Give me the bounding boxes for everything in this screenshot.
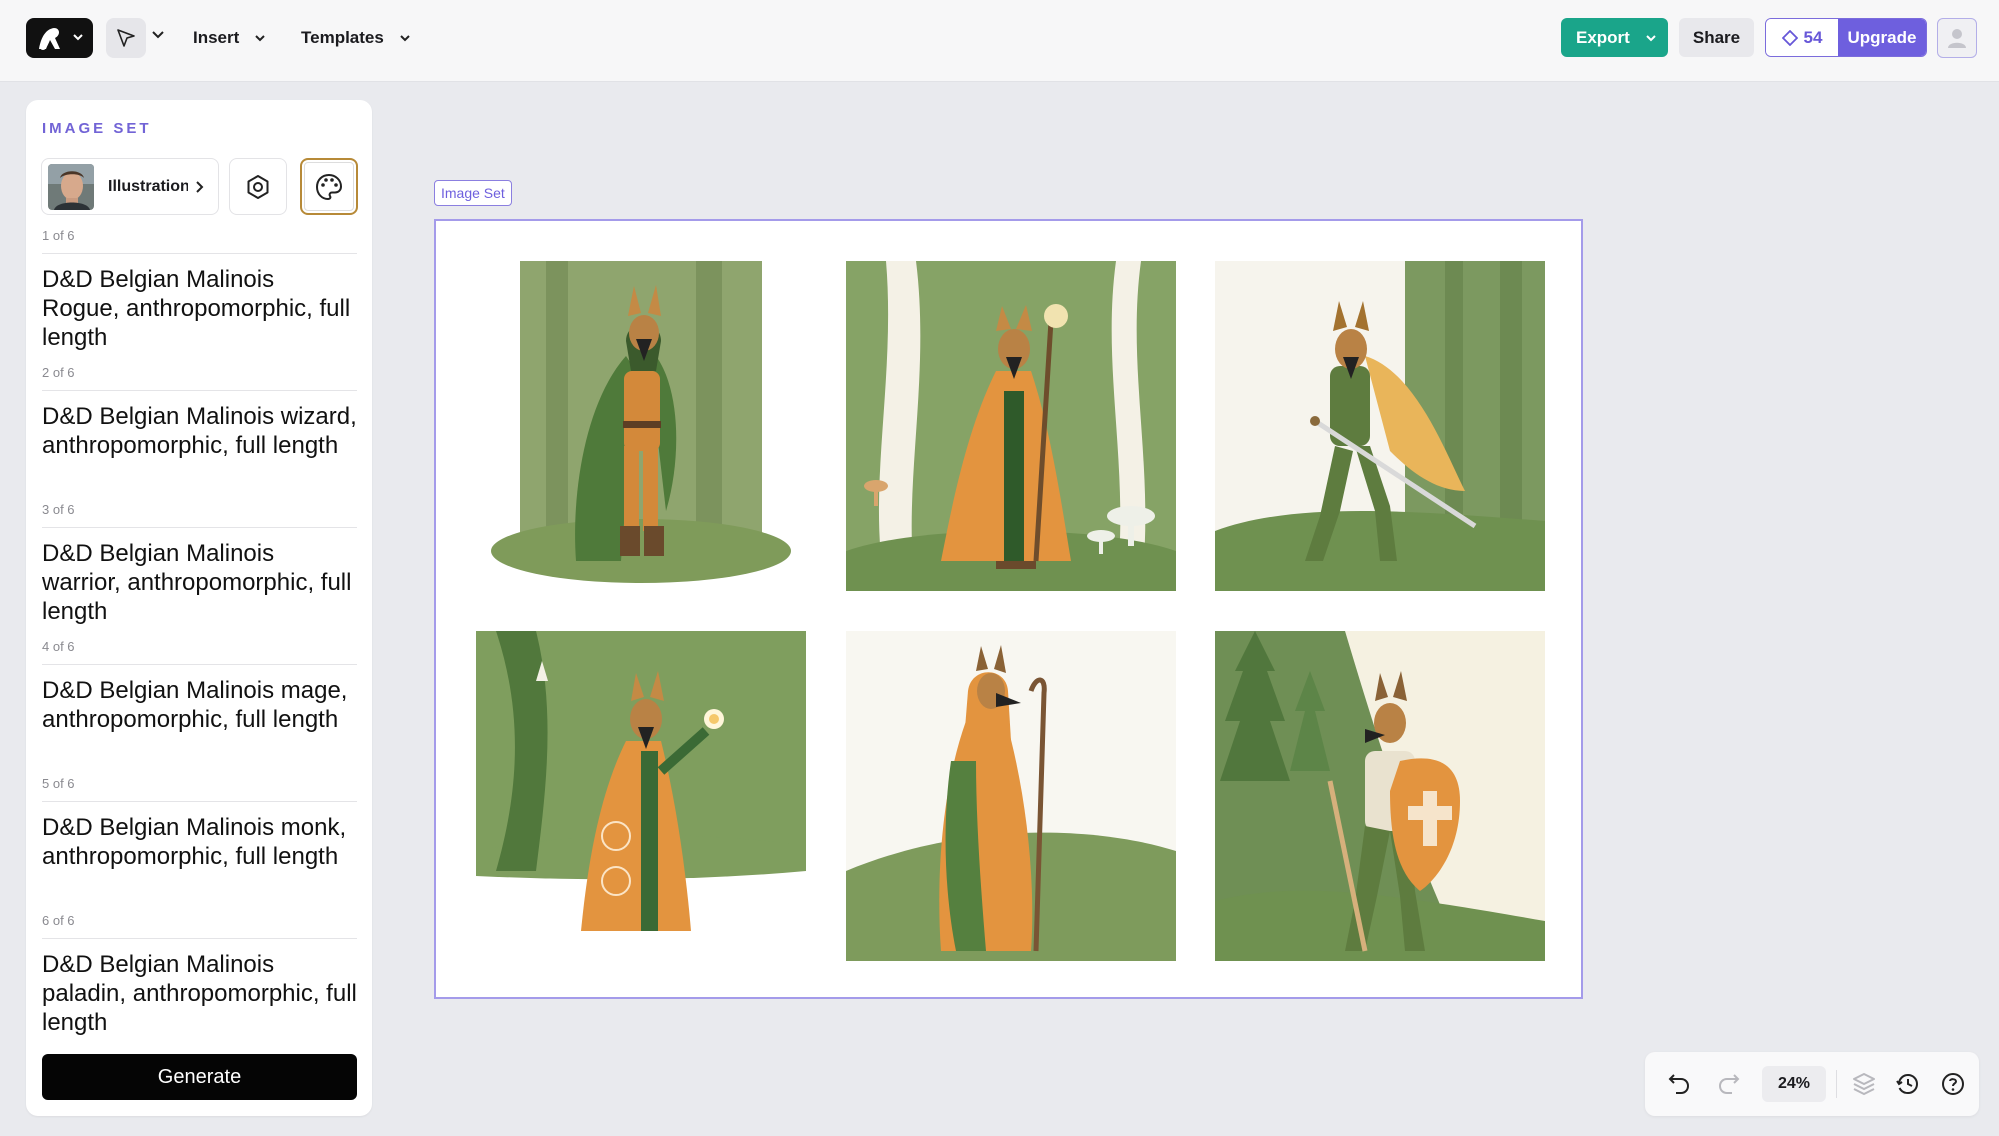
layers-icon [1853, 1073, 1875, 1096]
chevron-down-icon [400, 35, 410, 42]
prompt-item[interactable]: 6 of 6 D&D Belgian Malinois paladin, ant… [42, 913, 357, 1050]
prompt-count: 4 of 6 [42, 639, 75, 654]
prompt-text[interactable]: D&D Belgian Malinois monk, anthropomorph… [42, 813, 357, 871]
account-button[interactable] [1937, 18, 1977, 58]
chevron-down-icon[interactable] [150, 26, 166, 42]
image-set-panel: IMAGE SET Illustration 1 of 6 D&D Belgia… [26, 100, 372, 1116]
style-thumbnail [48, 163, 94, 210]
image-set-frame[interactable] [434, 219, 1583, 999]
prompt-count: 5 of 6 [42, 776, 75, 791]
prompt-item[interactable]: 2 of 6 D&D Belgian Malinois wizard, anth… [42, 365, 357, 502]
divider [1836, 1070, 1837, 1098]
divider [42, 801, 357, 802]
prompt-text[interactable]: D&D Belgian Malinois warrior, anthropomo… [42, 539, 357, 626]
prompt-item[interactable]: 5 of 6 D&D Belgian Malinois monk, anthro… [42, 776, 357, 913]
credits-upgrade-group: 54 Upgrade [1765, 18, 1927, 57]
top-bar: Insert Templates Export Share 54 Upgrade [0, 0, 1999, 82]
prompt-list: 1 of 6 D&D Belgian Malinois Rogue, anthr… [42, 228, 357, 1050]
upgrade-button[interactable]: Upgrade [1838, 19, 1926, 56]
panel-title: IMAGE SET [42, 120, 152, 137]
insert-label: Insert [193, 28, 240, 47]
chevron-right-icon [196, 180, 204, 193]
prompt-count: 1 of 6 [42, 228, 75, 243]
style-selector[interactable]: Illustration [41, 158, 219, 215]
generated-image-mage[interactable] [476, 631, 806, 961]
redo-button[interactable] [1713, 1068, 1745, 1100]
gem-icon [1781, 29, 1798, 46]
settings-icon [247, 174, 269, 199]
prompt-text[interactable]: D&D Belgian Malinois paladin, anthropomo… [42, 950, 357, 1037]
credits-count: 54 [1803, 27, 1823, 47]
prompt-text[interactable]: D&D Belgian Malinois wizard, anthropomor… [42, 402, 357, 460]
palette-icon [315, 173, 343, 200]
generated-image-paladin[interactable] [1215, 631, 1545, 961]
redo-icon [1718, 1074, 1740, 1094]
templates-menu[interactable]: Templates [301, 22, 412, 54]
prompt-text[interactable]: D&D Belgian Malinois mage, anthropomorph… [42, 676, 357, 734]
settings-button[interactable] [229, 158, 287, 215]
export-label: Export [1576, 27, 1630, 47]
zoom-level[interactable]: 24% [1762, 1066, 1826, 1102]
prompt-item[interactable]: 4 of 6 D&D Belgian Malinois mage, anthro… [42, 639, 357, 776]
generate-button[interactable]: Generate [42, 1054, 357, 1100]
cursor-icon [117, 29, 135, 47]
prompt-count: 2 of 6 [42, 365, 75, 380]
undo-icon [1668, 1074, 1690, 1094]
chevron-down-icon [1646, 34, 1656, 41]
generated-image-monk[interactable] [846, 631, 1176, 961]
export-button[interactable]: Export [1561, 18, 1668, 57]
logo-icon [39, 28, 60, 50]
divider [42, 938, 357, 939]
layers-button[interactable] [1848, 1068, 1880, 1100]
chevron-down-icon [255, 35, 266, 42]
palette-button[interactable] [300, 158, 358, 215]
prompt-item[interactable]: 3 of 6 D&D Belgian Malinois warrior, ant… [42, 502, 357, 639]
help-icon [1942, 1073, 1964, 1095]
generated-image-rogue[interactable] [476, 261, 806, 591]
generated-image-wizard[interactable] [846, 261, 1176, 591]
history-icon [1896, 1073, 1919, 1095]
history-button[interactable] [1892, 1068, 1924, 1100]
prompt-text[interactable]: D&D Belgian Malinois Rogue, anthropomorp… [42, 265, 357, 352]
prompt-item[interactable]: 1 of 6 D&D Belgian Malinois Rogue, anthr… [42, 228, 357, 365]
bottom-toolbar: 24% [1645, 1052, 1979, 1116]
prompt-count: 6 of 6 [42, 913, 75, 928]
divider [42, 527, 357, 528]
help-button[interactable] [1937, 1068, 1969, 1100]
prompt-count: 3 of 6 [42, 502, 75, 517]
generated-image-warrior[interactable] [1215, 261, 1545, 591]
select-tool-button[interactable] [106, 18, 146, 58]
share-button[interactable]: Share [1679, 18, 1754, 57]
user-icon [1948, 29, 1966, 48]
chevron-down-icon [73, 34, 83, 41]
insert-menu[interactable]: Insert [193, 22, 267, 54]
divider [42, 390, 357, 391]
credits-button[interactable]: 54 [1766, 19, 1838, 56]
undo-button[interactable] [1663, 1068, 1695, 1100]
app-menu-button[interactable] [26, 18, 93, 58]
divider [42, 664, 357, 665]
templates-label: Templates [301, 28, 384, 47]
style-label: Illustration [108, 177, 188, 195]
frame-label[interactable]: Image Set [434, 180, 512, 206]
divider [42, 253, 357, 254]
